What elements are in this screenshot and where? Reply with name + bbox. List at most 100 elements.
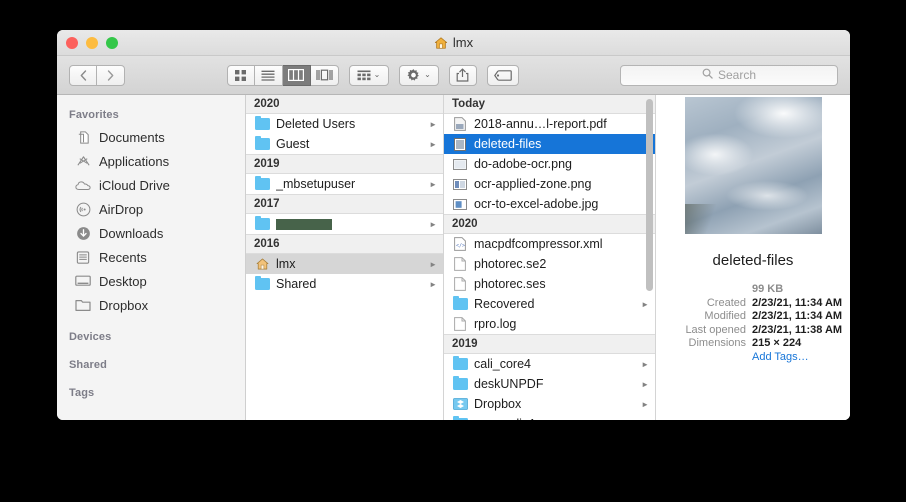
- folder-icon: [254, 115, 270, 130]
- item-label: macpdfcompressor.xml: [474, 237, 603, 251]
- metadata-row-created: Created 2/23/21, 11:34 AM: [662, 297, 844, 309]
- list-item[interactable]: recup_dir.1 ►: [444, 414, 655, 420]
- list-view-button[interactable]: [254, 64, 283, 86]
- window-titlebar: lmx: [57, 30, 850, 56]
- list-item[interactable]: deskUNPDF ►: [444, 374, 655, 394]
- redaction-bar: [276, 219, 332, 231]
- image-file-icon: [452, 137, 468, 151]
- list-item[interactable]: Guest ►: [246, 134, 443, 154]
- list-item[interactable]: Shared ►: [246, 274, 443, 294]
- item-label: photorec.se2: [474, 257, 547, 271]
- sidebar-item-desktop[interactable]: Desktop: [57, 269, 245, 293]
- sidebar-item-label: Downloads: [99, 225, 164, 241]
- sidebar-item-dropbox[interactable]: Dropbox: [57, 293, 245, 317]
- sidebar-section-devices-header: Devices: [69, 331, 112, 343]
- folder-icon: [254, 215, 270, 230]
- preview-metadata: 99 KB Created 2/23/21, 11:34 AM Modified…: [656, 283, 850, 364]
- sidebar-item-recents[interactable]: Recents: [57, 245, 245, 269]
- column-view-button[interactable]: [282, 64, 311, 86]
- item-label: lmx: [276, 257, 296, 271]
- navigation-buttons: [69, 64, 125, 86]
- recents-icon: [75, 249, 91, 265]
- sidebar: Favorites Documents Applications iCloud …: [57, 95, 246, 420]
- add-tags-button[interactable]: Add Tags…: [752, 351, 809, 363]
- folder-icon: [254, 135, 270, 150]
- sidebar-section-shared-header: Shared: [69, 359, 107, 371]
- chevron-down-icon: ⌄: [373, 70, 381, 79]
- forward-button[interactable]: [97, 64, 125, 86]
- column-2-vertical-scrollbar[interactable]: [646, 99, 653, 291]
- metadata-value: 99 KB: [752, 283, 784, 295]
- icon-view-button[interactable]: [226, 64, 255, 86]
- sidebar-item-downloads[interactable]: Downloads: [57, 221, 245, 245]
- list-item[interactable]: rpro.log: [444, 314, 655, 334]
- list-item[interactable]: photorec.ses: [444, 274, 655, 294]
- back-button[interactable]: [69, 64, 97, 86]
- sidebar-item-icloud-drive[interactable]: iCloud Drive: [57, 173, 245, 197]
- icloud-icon: [75, 177, 91, 193]
- sidebar-item-documents[interactable]: Documents: [57, 125, 245, 149]
- list-item[interactable]: ►: [246, 214, 443, 234]
- list-item[interactable]: do-adobe-ocr.png: [444, 154, 655, 174]
- list-item-selected[interactable]: deleted-files: [444, 134, 655, 154]
- folder-icon: [452, 355, 468, 370]
- toolbar: ⌄ ⌄ Search: [57, 56, 850, 95]
- list-item[interactable]: Deleted Users ►: [246, 114, 443, 134]
- tags-button[interactable]: [486, 64, 519, 86]
- window-body: Favorites Documents Applications iCloud …: [57, 95, 850, 420]
- sidebar-item-label: AirDrop: [99, 201, 144, 217]
- xml-file-icon: </>: [452, 237, 468, 251]
- doc-file-icon: [452, 277, 468, 291]
- metadata-row-last-opened: Last opened 2/23/21, 11:38 AM: [662, 324, 844, 336]
- item-label: recup_dir.1: [474, 417, 637, 420]
- group-by-button[interactable]: ⌄: [348, 64, 389, 86]
- folder-icon: [254, 175, 270, 190]
- columns-container: 2020 Deleted Users ► Guest ► 2019 _mbset…: [246, 95, 850, 420]
- sidebar-item-applications[interactable]: Applications: [57, 149, 245, 173]
- list-item[interactable]: ocr-applied-zone.png: [444, 174, 655, 194]
- list-item[interactable]: 2018-annu…l-report.pdf: [444, 114, 655, 134]
- documents-icon: [75, 129, 91, 145]
- list-item[interactable]: photorec.se2: [444, 254, 655, 274]
- gallery-view-button[interactable]: [310, 64, 339, 86]
- search-input[interactable]: Search: [620, 64, 838, 86]
- sidebar-item-label: Desktop: [99, 273, 147, 289]
- share-button[interactable]: [448, 64, 477, 86]
- list-item[interactable]: _mbsetupuser ►: [246, 174, 443, 194]
- disclosure-arrow-icon: ►: [641, 379, 649, 389]
- action-menu-button[interactable]: ⌄: [398, 64, 439, 86]
- disclosure-arrow-icon: ►: [429, 119, 437, 129]
- chevron-down-icon: ⌄: [424, 70, 431, 79]
- list-item[interactable]: </> macpdfcompressor.xml: [444, 234, 655, 254]
- folder-icon: [254, 275, 270, 290]
- doc-file-icon: [452, 317, 468, 331]
- list-item[interactable]: ocr-to-excel-adobe.jpg: [444, 194, 655, 214]
- sidebar-section-tags-header: Tags: [69, 387, 95, 399]
- disclosure-arrow-icon: ►: [429, 279, 437, 289]
- list-item[interactable]: cali_core4 ►: [444, 354, 655, 374]
- disclosure-arrow-icon: ►: [641, 359, 649, 369]
- dropbox-folder-icon: [75, 297, 91, 313]
- list-item[interactable]: Recovered ►: [444, 294, 655, 314]
- group-header: 2016: [246, 234, 443, 254]
- list-item-selected[interactable]: lmx ►: [246, 254, 443, 274]
- metadata-key: Dimensions: [688, 337, 746, 349]
- sidebar-item-label: Dropbox: [99, 297, 149, 313]
- metadata-value: 2/23/21, 11:38 AM: [752, 323, 843, 336]
- sidebar-item-label: Documents: [99, 129, 165, 145]
- sidebar-item-airdrop[interactable]: AirDrop: [57, 197, 245, 221]
- item-label: deleted-files: [474, 137, 542, 151]
- item-label: ocr-applied-zone.png: [474, 177, 592, 191]
- metadata-value: 2/23/21, 11:34 AM: [752, 296, 843, 309]
- home-icon: [434, 36, 448, 50]
- disclosure-arrow-icon: ►: [641, 399, 649, 409]
- column-2: Today 2018-annu…l-report.pdf deleted-fil…: [444, 95, 656, 420]
- folder-icon: [452, 415, 468, 420]
- item-label: Dropbox: [474, 397, 522, 411]
- disclosure-arrow-icon: ►: [429, 179, 437, 189]
- sidebar-item-label: iCloud Drive: [99, 177, 170, 193]
- dropbox-folder-icon: [452, 398, 468, 410]
- list-item[interactable]: Dropbox ►: [444, 394, 655, 414]
- metadata-value: 215 × 224: [752, 337, 802, 349]
- item-label: 2018-annu…l-report.pdf: [474, 117, 607, 131]
